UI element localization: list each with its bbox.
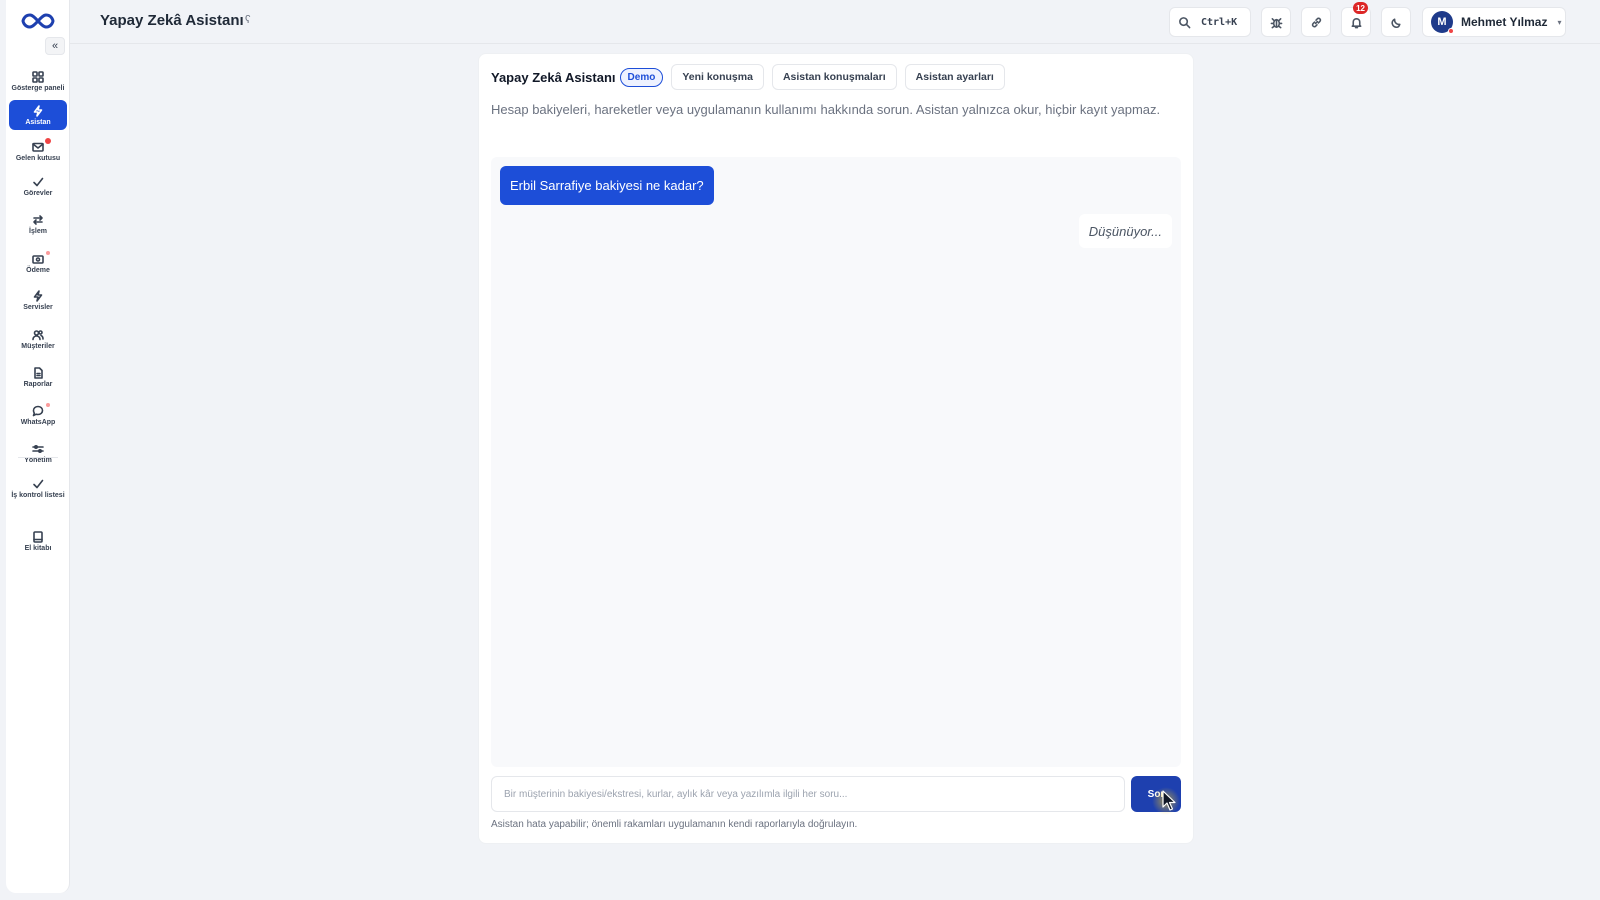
bug-report-button[interactable] bbox=[1261, 7, 1291, 37]
demo-badge: Demo bbox=[619, 67, 664, 87]
bell-icon bbox=[1351, 17, 1361, 28]
new-conversation-button[interactable]: Yeni konuşma bbox=[671, 64, 764, 90]
link-button[interactable] bbox=[1301, 7, 1331, 37]
lightning-icon bbox=[33, 289, 43, 302]
sidebar-item-reports[interactable]: Raporlar bbox=[9, 362, 67, 392]
status-dot bbox=[1448, 28, 1454, 34]
sidebar-item-label: Gelen kutusu bbox=[15, 154, 61, 162]
infinity-logo-icon[interactable] bbox=[20, 10, 55, 32]
payment-icon bbox=[32, 254, 44, 264]
notification-count-badge: 12 bbox=[1353, 2, 1368, 14]
sidebar-item-payment[interactable]: Ödeme bbox=[9, 248, 67, 278]
sidebar-item-label: Servisler bbox=[23, 303, 53, 311]
dashboard-icon bbox=[32, 70, 44, 83]
sidebar-item-asistan[interactable]: Asistan bbox=[9, 100, 67, 130]
sidebar-item-label: El kitabı bbox=[24, 544, 52, 552]
transfer-icon bbox=[33, 214, 43, 225]
assistant-thinking-indicator: Düşünüyor... bbox=[1078, 214, 1172, 248]
bug-icon bbox=[1270, 17, 1282, 28]
avatar-initial: M bbox=[1437, 16, 1447, 28]
report-icon bbox=[34, 366, 43, 379]
chat-bubble-icon bbox=[32, 405, 44, 416]
card-toolbar: Yapay Zekâ Asistanı Demo Yeni konuşma As… bbox=[491, 64, 1005, 90]
page-title: Yapay Zekâ Asistanı bbox=[100, 12, 244, 29]
unread-dot bbox=[45, 138, 51, 144]
caret-down-icon: ▾ bbox=[1557, 17, 1562, 27]
notifications-button[interactable]: 12 bbox=[1341, 2, 1371, 37]
title-info-icon[interactable]: ʕ bbox=[245, 14, 251, 26]
user-name: Mehmet Yılmaz bbox=[1461, 15, 1548, 29]
sidebar-divider bbox=[18, 457, 58, 458]
status-dot bbox=[46, 403, 50, 407]
chat-input[interactable] bbox=[491, 776, 1125, 812]
sidebar-item-label: Gösterge paneli bbox=[11, 84, 65, 92]
card-description: Hesap bakiyeleri, hareketler veya uygula… bbox=[491, 102, 1161, 117]
sidebar-item-dashboard[interactable]: Gösterge paneli bbox=[9, 66, 67, 96]
assistant-settings-button[interactable]: Asistan ayarları bbox=[904, 64, 1005, 90]
sidebar-item-label: Raporlar bbox=[23, 380, 53, 388]
chevrons-left-icon: « bbox=[51, 40, 59, 52]
sidebar: « Gösterge paneli Asistan Gelen kutusu G… bbox=[6, 0, 70, 893]
link-icon bbox=[1311, 16, 1321, 28]
disclaimer-text: Asistan hata yapabilir; önemli rakamları… bbox=[491, 819, 858, 830]
search-icon bbox=[1179, 16, 1191, 28]
sidebar-item-label: Müşteriler bbox=[21, 342, 55, 350]
avatar: M bbox=[1431, 11, 1454, 34]
sidebar-item-tasks[interactable]: Görevler bbox=[9, 171, 67, 201]
search-button[interactable]: Ctrl+K bbox=[1169, 7, 1251, 37]
inbox-icon bbox=[32, 142, 44, 152]
composer: Sor bbox=[491, 776, 1181, 815]
assistant-conversations-button[interactable]: Asistan konuşmaları bbox=[771, 64, 897, 90]
check-icon bbox=[33, 479, 44, 488]
book-icon bbox=[33, 530, 43, 543]
top-header: Yapay Zekâ Asistanı ʕ Ctrl+K 12 M Mehmet… bbox=[70, 0, 1600, 44]
check-icon bbox=[33, 177, 44, 186]
chat-messages[interactable]: Erbil Sarrafiye bakiyesi ne kadar? Düşün… bbox=[491, 157, 1181, 767]
sidebar-item-checklist[interactable]: İş kontrol listesi bbox=[9, 473, 67, 503]
card-title: Yapay Zekâ Asistanı bbox=[491, 69, 616, 85]
status-dot bbox=[46, 251, 50, 255]
assistant-card: Yapay Zekâ Asistanı Demo Yeni konuşma As… bbox=[478, 53, 1194, 844]
sidebar-item-customers[interactable]: Müşteriler bbox=[9, 324, 67, 354]
sidebar-item-label: WhatsApp bbox=[20, 418, 56, 426]
sidebar-item-services[interactable]: Servisler bbox=[9, 285, 67, 315]
theme-toggle-button[interactable] bbox=[1381, 7, 1411, 37]
sidebar-item-label: Asistan bbox=[25, 118, 51, 126]
sliders-icon bbox=[32, 444, 44, 453]
sidebar-item-inbox[interactable]: Gelen kutusu bbox=[9, 136, 67, 166]
sidebar-item-label: Ödeme bbox=[26, 266, 50, 274]
sidebar-item-label: İşlem bbox=[29, 227, 47, 235]
lightning-icon bbox=[33, 104, 43, 117]
sidebar-item-handbook[interactable]: El kitabı bbox=[9, 526, 67, 556]
sidebar-item-label: Görevler bbox=[23, 189, 53, 197]
users-icon bbox=[32, 329, 44, 340]
sidebar-item-whatsapp[interactable]: WhatsApp bbox=[9, 400, 67, 430]
sidebar-item-management[interactable]: Yönetim bbox=[9, 438, 67, 468]
send-button[interactable]: Sor bbox=[1131, 776, 1181, 812]
collapse-sidebar-button[interactable]: « bbox=[45, 37, 65, 55]
moon-icon bbox=[1390, 17, 1401, 28]
sidebar-item-transactions[interactable]: İşlem bbox=[9, 209, 67, 239]
user-menu-button[interactable]: M Mehmet Yılmaz ▾ bbox=[1422, 7, 1566, 37]
sidebar-item-label: İş kontrol listesi bbox=[11, 491, 65, 499]
search-shortcut: Ctrl+K bbox=[1201, 16, 1238, 28]
user-message: Erbil Sarrafiye bakiyesi ne kadar? bbox=[500, 166, 714, 205]
